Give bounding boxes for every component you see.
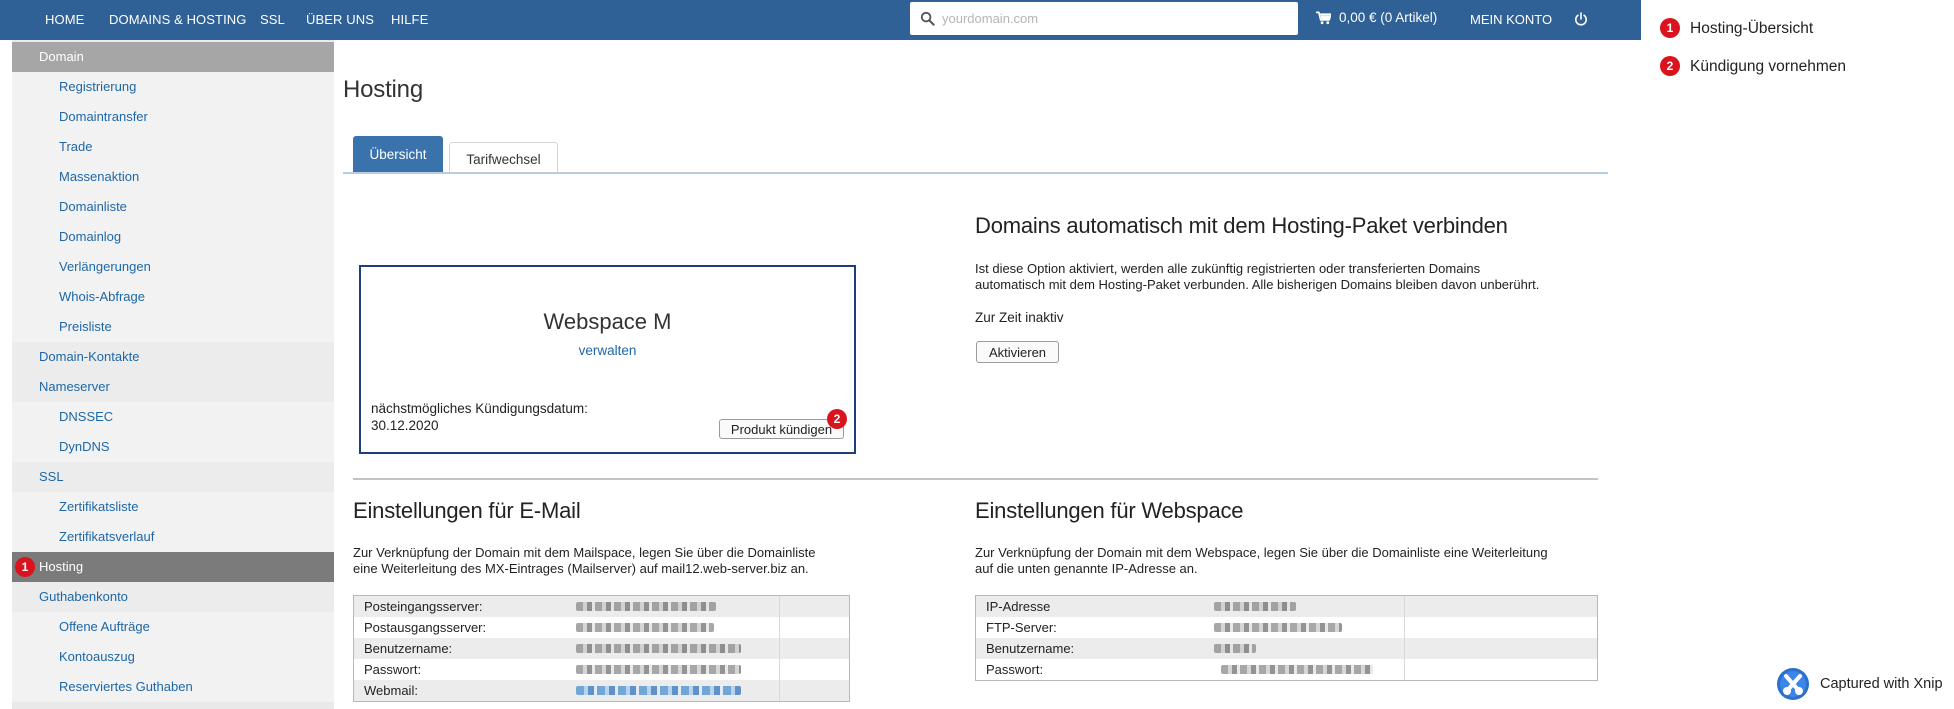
top-navigation-bar: HOME DOMAINS & HOSTING SSL ÜBER UNS HILF… [0, 0, 1641, 40]
xnip-logo-icon [1777, 668, 1809, 700]
product-name: Webspace M [543, 309, 672, 334]
sidebar-item-zertifikatsverlauf[interactable]: Zertifikatsverlauf [12, 522, 334, 552]
sidebar-item-ssl[interactable]: SSL [12, 462, 334, 492]
sidebar-item-dnssec[interactable]: DNSSEC [12, 402, 334, 432]
shopping-cart-icon [1316, 11, 1331, 24]
blurred-value [1214, 623, 1342, 632]
sidebar-item-domainlog[interactable]: Domainlog [12, 222, 334, 252]
power-icon[interactable] [1574, 12, 1588, 26]
blurred-link[interactable] [576, 686, 741, 695]
my-account-link[interactable]: MEIN KONTO [1470, 12, 1552, 27]
sidebar-item-trade[interactable]: Trade [12, 132, 334, 162]
page-title: Hosting [343, 76, 423, 103]
email-settings-table: Posteingangsserver: Postausgangsserver: … [353, 595, 850, 702]
search-icon [920, 11, 935, 26]
tabs-divider [343, 172, 1608, 174]
sidebar: Domain Registrierung Domaintransfer Trad… [12, 40, 334, 709]
blurred-value [1214, 602, 1296, 611]
nav-ssl[interactable]: SSL [260, 12, 285, 27]
table-row: Passwort: [354, 659, 849, 680]
webspace-settings-text-1: Zur Verknüpfung der Domain mit dem Websp… [975, 545, 1548, 560]
cancel-product-button[interactable]: Produkt kündigen [719, 419, 844, 439]
webspace-settings-title: Einstellungen für Webspace [975, 498, 1244, 523]
sidebar-item-zertifikatsliste[interactable]: Zertifikatsliste [12, 492, 334, 522]
tab-tarifwechsel[interactable]: Tarifwechsel [449, 142, 558, 173]
table-row: Passwort: [976, 659, 1597, 680]
email-settings-text-2: eine Weiterleitung des MX-Eintrages (Mai… [353, 561, 809, 576]
blurred-value [576, 602, 716, 611]
sidebar-item-registrierung[interactable]: Registrierung [12, 72, 334, 102]
nav-ueber-uns[interactable]: ÜBER UNS [306, 12, 374, 27]
nav-hilfe[interactable]: HILFE [391, 12, 428, 27]
cart-button[interactable]: 0,00 € (0 Artikel) [1316, 10, 1437, 25]
auto-connect-status: Zur Zeit inaktiv [975, 310, 1064, 325]
legend-badge-2: 2 [1660, 56, 1680, 76]
blurred-value [576, 623, 714, 632]
sidebar-item-domain[interactable]: Domain [12, 42, 334, 72]
section-divider [353, 478, 1598, 480]
product-manage-link[interactable]: verwalten [361, 343, 854, 358]
cart-label: 0,00 € (0 Artikel) [1339, 10, 1438, 25]
product-card: Webspace M verwalten nächstmögliches Kün… [359, 265, 856, 454]
sidebar-item-preisliste[interactable]: Preisliste [12, 312, 334, 342]
table-row: FTP-Server: [976, 617, 1597, 638]
xnip-watermark: Captured with Xnip [1776, 667, 1943, 701]
sidebar-item-verlaengerungen[interactable]: Verlängerungen [12, 252, 334, 282]
sidebar-item-reserviertes-guthaben[interactable]: Reserviertes Guthaben [12, 672, 334, 702]
table-row: Postausgangsserver: [354, 617, 849, 638]
sidebar-item-dyndns[interactable]: DynDNS [12, 432, 334, 462]
sidebar-item-domaintransfer[interactable]: Domaintransfer [12, 102, 334, 132]
auto-connect-text-1: Ist diese Option aktiviert, werden alle … [975, 261, 1481, 276]
domain-search-input[interactable] [942, 2, 1287, 35]
sidebar-item-massenaktion[interactable]: Massenaktion [12, 162, 334, 192]
email-settings-text-1: Zur Verknüpfung der Domain mit dem Mails… [353, 545, 816, 560]
legend-badge-1: 1 [1660, 18, 1680, 38]
nav-domains-hosting[interactable]: DOMAINS & HOSTING [109, 12, 247, 27]
sidebar-item-nameserver[interactable]: Nameserver [12, 372, 334, 402]
sidebar-item-domain-kontakte[interactable]: Domain-Kontakte [12, 342, 334, 372]
email-settings-title: Einstellungen für E-Mail [353, 498, 581, 523]
table-row: Benutzername: [354, 638, 849, 659]
legend-item-2: 2 Kündigung vornehmen [1660, 56, 1846, 77]
xnip-watermark-label: Captured with Xnip [1820, 676, 1943, 692]
nav-home[interactable]: HOME [45, 12, 84, 27]
sidebar-item-offene-auftraege[interactable]: Offene Aufträge [12, 612, 334, 642]
table-row: Webmail: [354, 680, 849, 701]
webspace-settings-table: IP-Adresse FTP-Server: Benutzername: Pas… [975, 595, 1598, 681]
table-row: Benutzername: [976, 638, 1597, 659]
table-row: Posteingangsserver: [354, 596, 849, 617]
legend-item-1: 1 Hosting-Übersicht [1660, 18, 1813, 39]
annotation-badge-2: 2 [827, 409, 847, 429]
domain-search-box [910, 2, 1298, 35]
annotation-badge-1: 1 [15, 557, 35, 577]
blurred-value [576, 644, 741, 653]
blurred-value [1221, 665, 1373, 674]
blurred-value [1214, 644, 1256, 653]
sidebar-item-guthabenkonto[interactable]: Guthabenkonto [12, 582, 334, 612]
activate-button[interactable]: Aktivieren [976, 341, 1059, 363]
sidebar-item-kontoauszug[interactable]: Kontoauszug [12, 642, 334, 672]
table-row: IP-Adresse [976, 596, 1597, 617]
cancellation-date-label: nächstmögliches Kündigungsdatum: [371, 401, 588, 416]
sidebar-item-hosting[interactable]: 1 Hosting [12, 552, 334, 582]
cancellation-date: 30.12.2020 [371, 418, 439, 433]
sidebar-item-whois-abfrage[interactable]: Whois-Abfrage [12, 282, 334, 312]
blurred-value [576, 665, 741, 674]
sidebar-item-domainliste[interactable]: Domainliste [12, 192, 334, 222]
auto-connect-title: Domains automatisch mit dem Hosting-Pake… [975, 213, 1508, 238]
auto-connect-text-2: automatisch mit dem Hosting-Paket verbun… [975, 277, 1540, 292]
webspace-settings-text-2: auf die unten genannte IP-Adresse an. [975, 561, 1198, 576]
tab-uebersicht[interactable]: Übersicht [353, 136, 443, 173]
